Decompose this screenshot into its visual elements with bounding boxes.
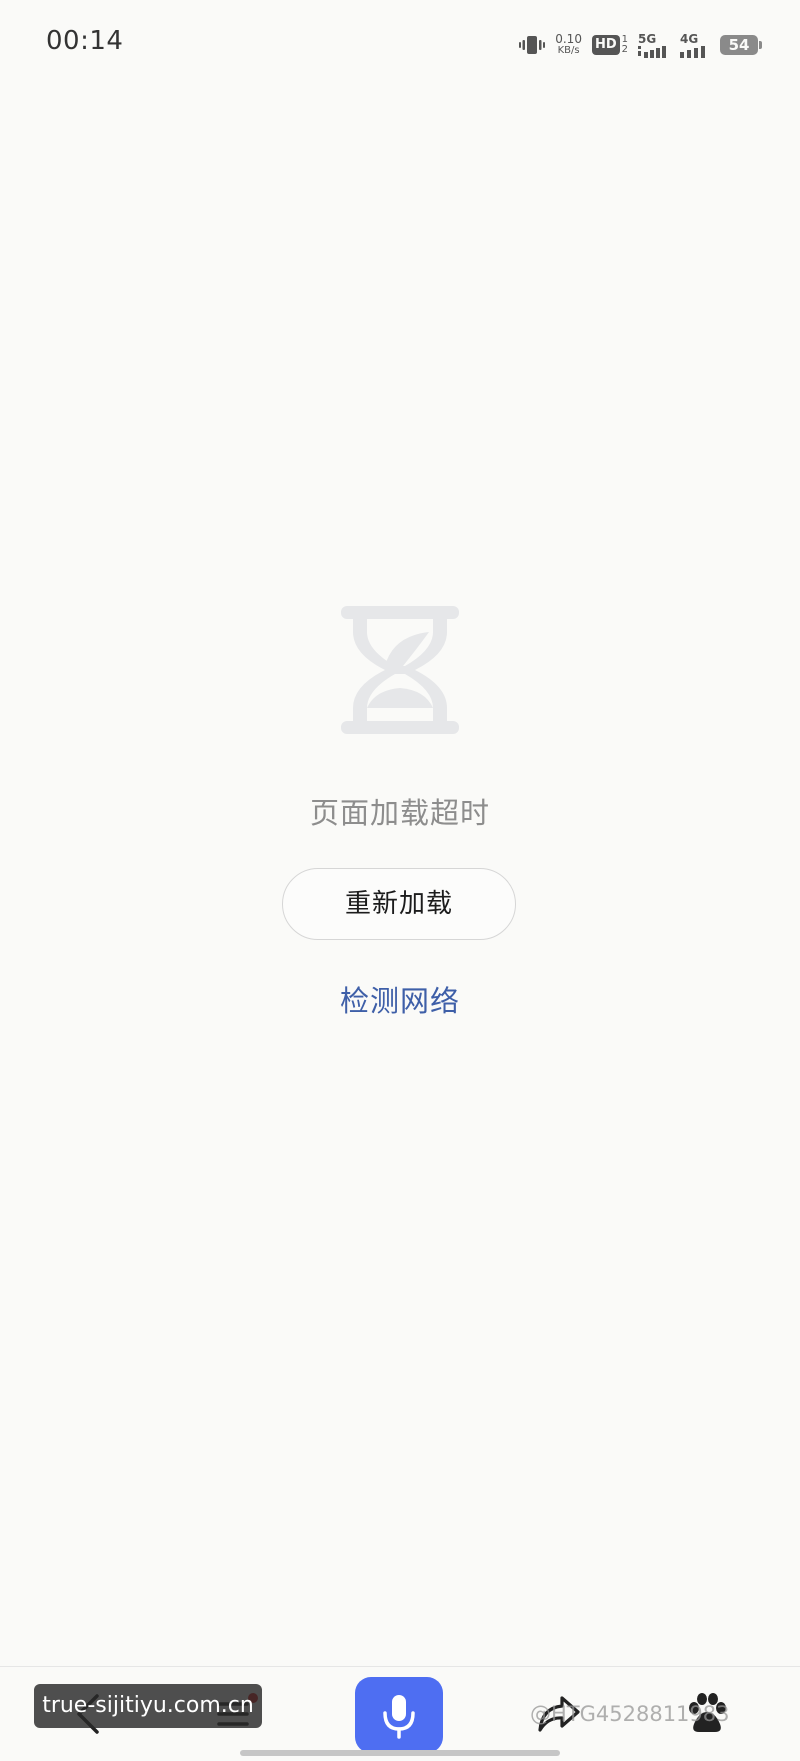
battery-icon: 54: [720, 35, 762, 55]
network-speed-unit: KB/s: [557, 45, 580, 56]
error-message: 页面加载超时: [309, 796, 490, 830]
voice-search-button[interactable]: [355, 1677, 443, 1753]
check-network-link[interactable]: 检测网络: [0, 978, 800, 1020]
network-type-5g: 5G: [638, 31, 657, 46]
signal-4g: 4G: [680, 31, 710, 58]
site-watermark: true-sijitiyu.com.cn: [34, 1684, 262, 1728]
reload-button[interactable]: 重新加载: [282, 868, 516, 940]
signal-icon: [638, 45, 666, 58]
status-bar: 00:14 0.10 KB/s HD 1 2 5G 4G 54: [0, 0, 800, 90]
microphone-icon: [383, 1695, 415, 1739]
status-time: 00:14: [46, 26, 124, 56]
hd-label: HD: [591, 35, 620, 55]
network-type-4g: 4G: [680, 31, 699, 46]
vibrate-icon: [519, 34, 546, 56]
status-icons: 0.10 KB/s HD 1 2 5G 4G 54: [519, 28, 762, 62]
signal-icon: [680, 45, 705, 58]
network-speed: 0.10 KB/s: [555, 32, 582, 56]
hd-sub-bottom: 2: [621, 44, 628, 55]
user-watermark: @HTG4528811983: [530, 1702, 730, 1726]
hd-badge: HD 1 2: [591, 35, 628, 55]
home-indicator[interactable]: [240, 1750, 560, 1756]
signal-5g: 5G: [638, 31, 670, 58]
hourglass-icon: [341, 606, 459, 734]
network-speed-value: 0.10: [555, 32, 582, 46]
